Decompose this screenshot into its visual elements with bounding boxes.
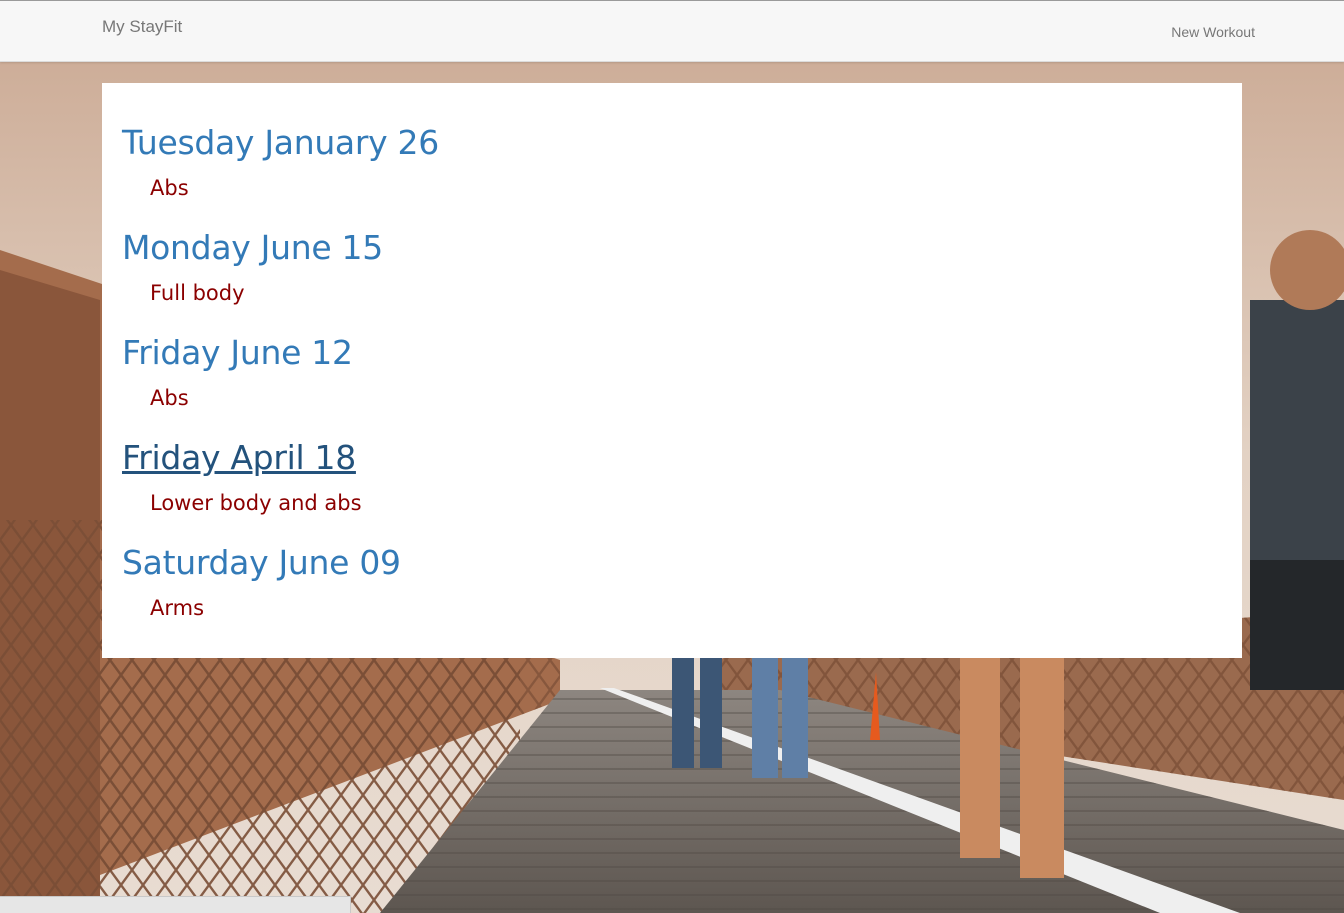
workout-name: Full body [150,281,245,305]
workout-name: Lower body and abs [150,491,362,515]
workout-date-link[interactable]: Friday April 18 [122,436,439,480]
workout-item: Tuesday January 26 Abs [122,121,439,226]
workout-item: Friday June 12 Abs [122,331,439,436]
workout-name: Abs [150,176,189,200]
workout-item: Monday June 15 Full body [122,226,439,331]
bottom-status-bar [0,896,351,913]
workout-item: Saturday June 09 Arms [122,541,439,646]
brand-link[interactable]: My StayFit [102,17,182,37]
top-navbar: My StayFit New Workout [0,0,1344,62]
workout-date-link[interactable]: Tuesday January 26 [122,121,439,165]
workout-name: Arms [150,596,205,620]
workout-item: Friday April 18 Lower body and abs [122,436,439,541]
workouts-card: Tuesday January 26 Abs Monday June 15 Fu… [102,83,1242,658]
workout-name: Abs [150,386,189,410]
new-workout-link[interactable]: New Workout [1171,24,1255,40]
workout-date-link[interactable]: Friday June 12 [122,331,439,375]
workout-date-link[interactable]: Monday June 15 [122,226,439,270]
workout-date-link[interactable]: Saturday June 09 [122,541,439,585]
page: My StayFit New Workout Tuesday January 2… [0,0,1344,913]
workout-list: Tuesday January 26 Abs Monday June 15 Fu… [122,121,439,646]
